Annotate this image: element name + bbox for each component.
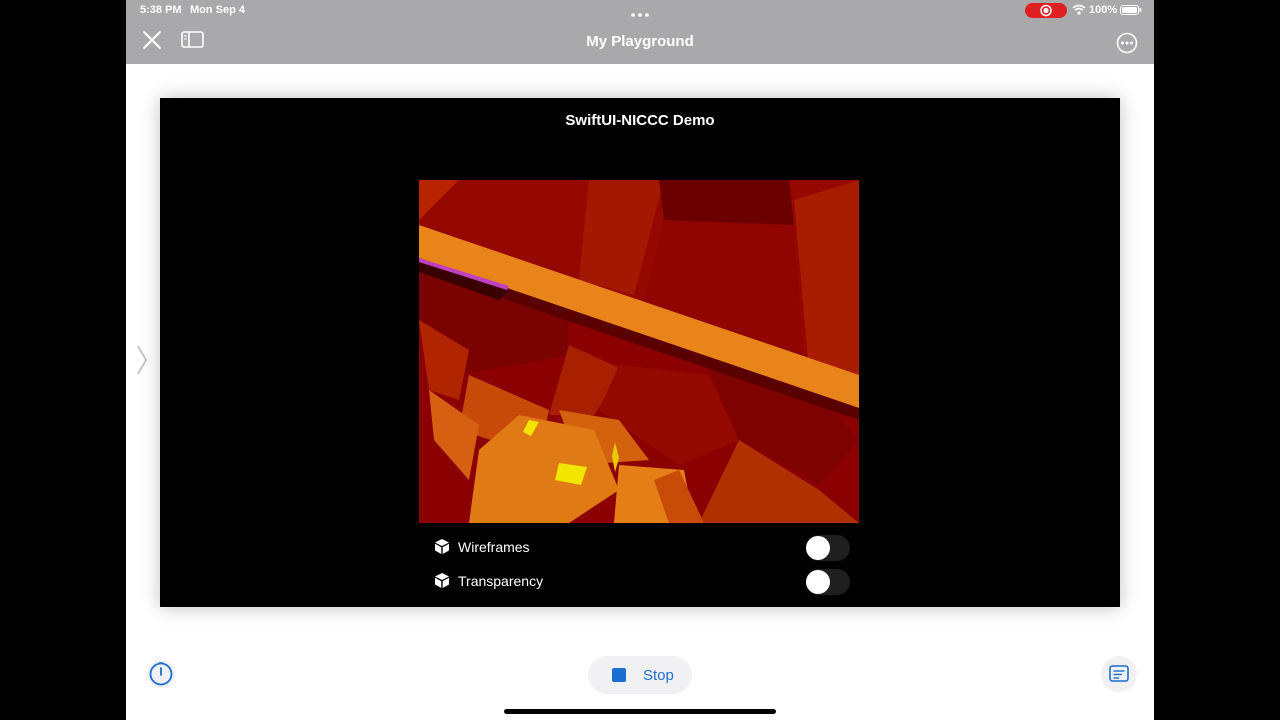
status-bar: 5:38 PM Mon Sep 4 100% [126,0,1154,20]
transparency-switch[interactable] [806,569,850,595]
toggle-row-wireframes: Wireframes [434,535,850,561]
stop-icon [612,668,626,682]
status-date: Mon Sep 4 [190,4,246,16]
cube-icon [434,572,450,589]
wifi-icon [1072,4,1086,15]
demo-title: SwiftUI-NICCC Demo [565,112,715,129]
stop-label: Stop [643,667,674,684]
timer-icon[interactable] [147,660,175,688]
screen-recording-icon[interactable] [1025,3,1067,18]
switch-knob [806,570,830,594]
battery-percent: 100% [1089,4,1118,16]
wireframes-label: Wireframes [458,539,530,555]
stop-button[interactable]: Stop [588,656,692,694]
demo-animation-canvas [419,180,859,523]
transparency-label: Transparency [458,573,544,589]
sidebar-handle-icon[interactable] [136,344,148,376]
toggle-row-transparency: Transparency [434,569,850,595]
home-indicator[interactable] [504,709,776,714]
more-icon[interactable] [1116,32,1138,54]
battery-icon [1120,5,1142,15]
ipad-screen: 5:38 PM Mon Sep 4 100% My Playground Swi… [126,0,1154,720]
multitasking-dots-icon[interactable] [630,8,650,17]
wireframes-switch[interactable] [806,535,850,561]
cube-icon [434,538,450,555]
playground-title: My Playground [586,33,694,50]
switch-knob [806,536,830,560]
navigation-bar: My Playground [126,20,1154,64]
console-icon[interactable] [1101,656,1137,692]
live-view: SwiftUI-NICCC Demo Wireframes Transparen… [160,98,1120,607]
status-time: 5:38 PM [140,4,182,16]
